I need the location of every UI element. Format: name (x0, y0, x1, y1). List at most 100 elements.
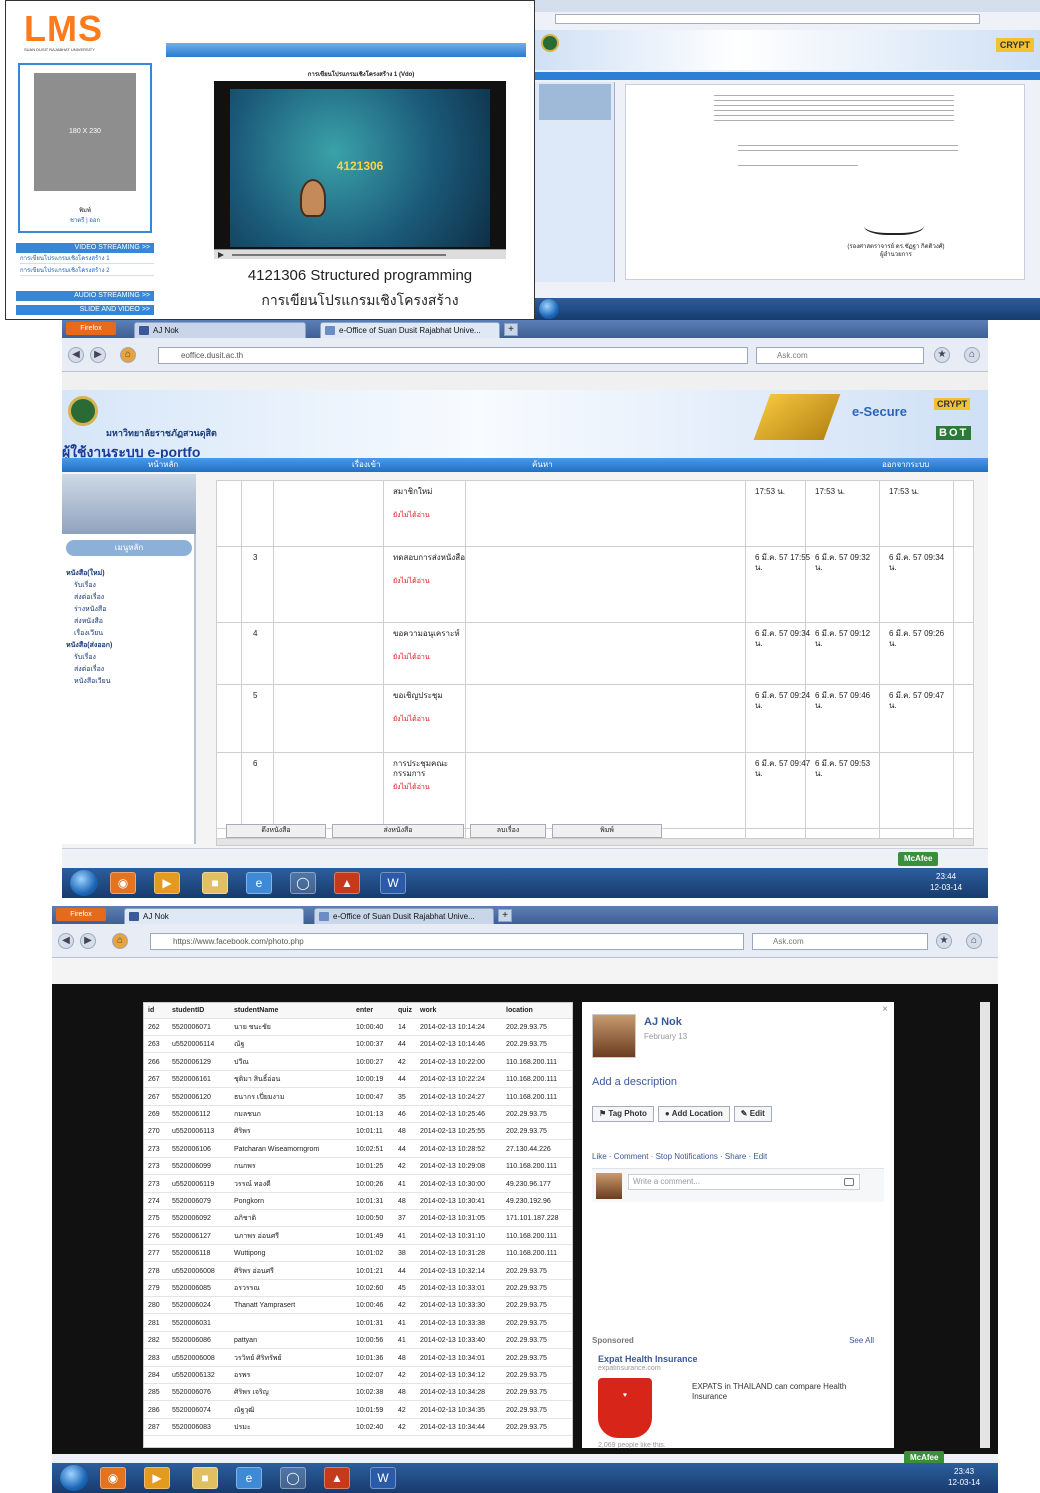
search-input[interactable]: Ask.com (756, 347, 924, 364)
ad-title[interactable]: Expat Health Insurance (598, 1354, 698, 1364)
forward-button[interactable]: ▶ (90, 347, 106, 363)
home-button[interactable]: ⌂ (966, 933, 982, 949)
video-controls[interactable] (214, 249, 506, 259)
system-clock[interactable]: 23:44 12-03-14 (930, 871, 962, 893)
app-icon[interactable]: ▲ (324, 1467, 350, 1489)
profile-date[interactable]: February 13 (644, 1032, 687, 1041)
camera-icon[interactable] (844, 1178, 854, 1186)
start-button[interactable] (60, 1465, 88, 1491)
video-player[interactable]: 4121306 (214, 81, 506, 259)
back-button[interactable]: ◀ (68, 347, 84, 363)
lesson-link[interactable]: การเขียนโปรแกรมเชิงโครงสร้าง 2 (20, 267, 154, 276)
table-row[interactable]: 6 การประชุมคณะกรรมการ 6 มี.ค. 57 09:47 น. 6… (217, 753, 973, 829)
horizontal-scrollbar[interactable] (216, 838, 974, 846)
network-icon[interactable]: ◯ (290, 872, 316, 894)
seek-bar[interactable] (232, 254, 446, 256)
system-clock[interactable]: 23:43 12-03-14 (948, 1466, 980, 1488)
firefox-menu-button[interactable]: Firefox (56, 908, 106, 921)
tab-strip: Firefox AJ Nok e-Office of Suan Dusit Ra… (52, 906, 998, 924)
sidebar-item[interactable]: ร่างหนังสือ (66, 604, 192, 616)
firefox-taskbar-icon[interactable]: ◉ (110, 872, 136, 894)
attendance-table-photo[interactable]: id studentID studentName enter quiz work… (143, 1002, 573, 1448)
forward-button[interactable]: ▶ (80, 933, 96, 949)
table-row[interactable]: 3 ทดสอบการส่งหนังสือ 6 มี.ค. 57 17:55 น. 6 … (217, 547, 973, 623)
sidebar-item[interactable]: เรื่องเวียน (66, 628, 192, 640)
url-input[interactable]: https://www.facebook.com/photo.php (150, 933, 744, 950)
comment-input[interactable]: Write a comment... (628, 1174, 860, 1190)
add-location-button[interactable]: ● Add Location (657, 1106, 730, 1122)
sidebar-item[interactable]: รับเรื่อง (66, 652, 192, 664)
row-document[interactable]: สมาชิกใหม่ (393, 487, 465, 497)
address-strip[interactable] (555, 14, 980, 24)
tab-eoffice[interactable]: e-Office of Suan Dusit Rajabhat Unive... (314, 908, 494, 924)
sidebar-item[interactable]: ส่งต่อเรื่อง (66, 664, 192, 676)
sidebar-item[interactable]: หนังสือ(ส่งออก) (66, 640, 192, 652)
table-row[interactable]: 4 ขอความอนุเคราะห์ 6 มี.ค. 57 09:34 น. 6 มี… (217, 623, 973, 685)
menu-item-logout[interactable]: ออกจากระบบ (882, 458, 929, 472)
firefox-taskbar-icon[interactable]: ◉ (100, 1467, 126, 1489)
action-links[interactable]: Like · Comment · Stop Notifications · Sh… (592, 1152, 767, 1161)
vertical-scrollbar[interactable] (980, 1002, 990, 1448)
action-button[interactable]: ลบเรื่อง (470, 824, 546, 838)
audio-streaming-button[interactable]: AUDIO STREAMING >> (16, 291, 154, 301)
row-document[interactable]: ขอความอนุเคราะห์ (393, 629, 465, 639)
menu-item-inbox[interactable]: เรื่องเข้า (352, 458, 380, 472)
sidebar-item[interactable]: หนังสือเวียน (66, 676, 192, 688)
tab-aj-nok[interactable]: AJ Nok (134, 322, 306, 338)
media-player-icon[interactable]: ▶ (154, 872, 180, 894)
video-streaming-button[interactable]: VIDEO STREAMING >> (16, 243, 154, 253)
user-line-2[interactable]: ชาตรี | ออก (20, 215, 150, 225)
lesson-link[interactable]: การเขียนโปรแกรมเชิงโครงสร้าง 1 (20, 255, 154, 264)
mcafee-badge[interactable]: McAfee (898, 852, 939, 866)
home-icon[interactable]: ⌂ (120, 347, 136, 363)
new-tab-button[interactable]: + (504, 323, 518, 336)
network-icon[interactable]: ◯ (280, 1467, 306, 1489)
row-document[interactable]: การประชุมคณะกรรมการ (393, 759, 465, 779)
ad-image[interactable]: ♥ (598, 1378, 652, 1438)
folder-icon[interactable]: ■ (202, 872, 228, 894)
ie-icon[interactable]: e (246, 872, 272, 894)
tab-aj-nok[interactable]: AJ Nok (124, 908, 304, 924)
tab-eoffice[interactable]: e-Office of Suan Dusit Rajabhat Unive... (320, 322, 500, 338)
sidebar-item[interactable]: ส่งหนังสือ (66, 616, 192, 628)
table-row[interactable]: 5 ขอเชิญประชุม 6 มี.ค. 57 09:24 น. 6 มี.ค. … (217, 685, 973, 753)
action-button[interactable]: ดึงหนังสือ (226, 824, 326, 838)
menu-item-home[interactable]: หน้าหลัก (148, 458, 178, 472)
word-icon[interactable]: W (380, 872, 406, 894)
search-input[interactable]: Ask.com (752, 933, 928, 950)
sidebar-item[interactable]: ส่งต่อเรื่อง (66, 592, 192, 604)
action-button[interactable]: ส่งหนังสือ (332, 824, 464, 838)
media-player-icon[interactable]: ▶ (144, 1467, 170, 1489)
action-button[interactable]: พิมพ์ (552, 824, 662, 838)
firefox-menu-button[interactable]: Firefox (66, 322, 116, 335)
row-document[interactable]: ขอเชิญประชุม (393, 691, 465, 701)
new-tab-button[interactable]: + (498, 909, 512, 922)
play-icon[interactable] (218, 252, 224, 258)
slide-video-button[interactable]: SLIDE AND VIDEO >> (16, 305, 154, 315)
lms-logo[interactable]: LMS SUAN DUSIT RAJABHAT UNIVERSITY (24, 11, 154, 53)
add-description-link[interactable]: Add a description (592, 1076, 677, 1088)
bookmarks-icon[interactable]: ★ (936, 933, 952, 949)
sidebar-item[interactable]: หนังสือ(ใหม่) (66, 568, 192, 580)
menu-item-search[interactable]: ค้นหา (532, 458, 553, 472)
avatar[interactable] (592, 1014, 636, 1058)
url-input[interactable]: eoffice.dusit.ac.th (158, 347, 748, 364)
see-all-link[interactable]: See All (849, 1336, 874, 1345)
profile-name[interactable]: AJ Nok (644, 1016, 682, 1028)
tag-photo-button[interactable]: ⚑ Tag Photo (592, 1106, 654, 1122)
start-button[interactable] (539, 299, 559, 319)
app-icon[interactable]: ▲ (334, 872, 360, 894)
bookmarks-icon[interactable]: ★ (934, 347, 950, 363)
start-button[interactable] (70, 870, 98, 896)
close-icon[interactable]: × (882, 1004, 888, 1015)
home-icon[interactable]: ⌂ (112, 933, 128, 949)
back-button[interactable]: ◀ (58, 933, 74, 949)
word-icon[interactable]: W (370, 1467, 396, 1489)
ie-icon[interactable]: e (236, 1467, 262, 1489)
table-row[interactable]: สมาชิกใหม่ 17:53 น. 17:53 น. 17:53 น. ยังไม่… (217, 481, 973, 547)
home-button[interactable]: ⌂ (964, 347, 980, 363)
sidebar-item[interactable]: รับเรื่อง (66, 580, 192, 592)
edit-button[interactable]: ✎ Edit (733, 1106, 772, 1122)
folder-icon[interactable]: ■ (192, 1467, 218, 1489)
row-document[interactable]: ทดสอบการส่งหนังสือ (393, 553, 465, 563)
